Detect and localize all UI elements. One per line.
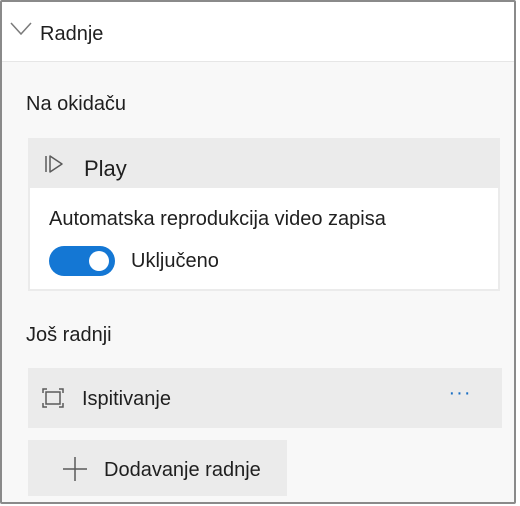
- play-action-settings: Automatska reprodukcija video zapisa Ukl…: [30, 188, 498, 289]
- add-action-button[interactable]: Dodavanje radnje: [28, 440, 287, 496]
- play-action-title: Play: [84, 156, 127, 181]
- more-options-button[interactable]: ···: [444, 383, 476, 408]
- action-item-inspect[interactable]: Ispitivanje ···: [28, 368, 502, 428]
- autoplay-toggle[interactable]: [49, 246, 115, 276]
- play-icon: [45, 155, 63, 173]
- autoplay-label: Automatska reprodukcija video zapisa: [49, 208, 386, 230]
- chevron-down-icon[interactable]: [10, 22, 32, 36]
- play-action-header[interactable]: Play: [28, 138, 500, 188]
- actions-header[interactable]: Radnje: [2, 2, 514, 62]
- play-action-card: Play Automatska reprodukcija video zapis…: [28, 138, 500, 291]
- header-title: Radnje: [40, 23, 104, 45]
- add-action-label: Dodavanje radnje: [104, 459, 261, 481]
- trigger-section-label: Na okidaču: [26, 93, 127, 115]
- toggle-state-label: Uključeno: [131, 250, 219, 272]
- plus-icon: [63, 457, 87, 481]
- focus-frame-icon: [42, 388, 64, 408]
- actions-panel: Radnje Na okidaču Play Automatska reprod…: [0, 0, 516, 504]
- action-item-label: Ispitivanje: [82, 388, 171, 410]
- toggle-knob: [89, 251, 109, 271]
- more-actions-section-label: Još radnji: [26, 324, 112, 346]
